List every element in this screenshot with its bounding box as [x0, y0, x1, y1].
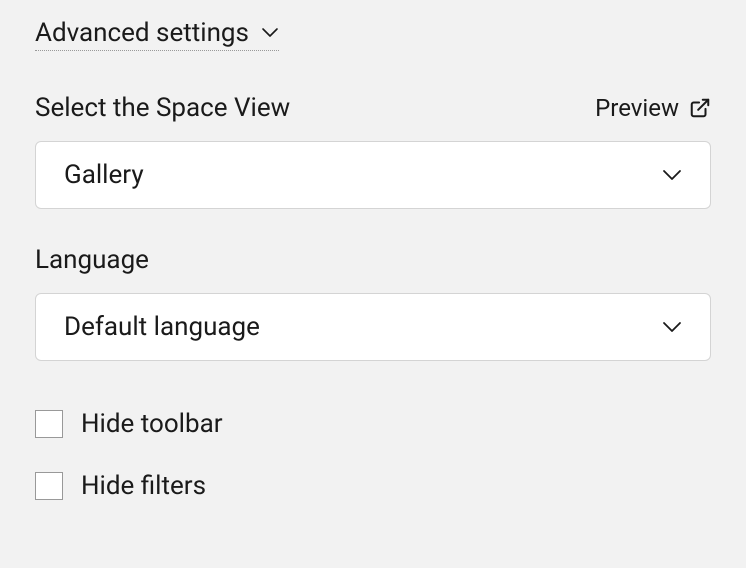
language-label: Language	[35, 245, 149, 275]
language-value: Default language	[64, 312, 260, 342]
hide-filters-checkbox[interactable]	[35, 472, 63, 500]
external-link-icon	[689, 97, 711, 119]
advanced-settings-toggle[interactable]: Advanced settings	[35, 18, 279, 51]
hide-filters-label: Hide filters	[81, 471, 206, 501]
chevron-down-icon	[261, 27, 279, 39]
language-select[interactable]: Default language	[35, 293, 711, 361]
hide-filters-row: Hide filters	[35, 471, 711, 501]
space-view-value: Gallery	[64, 160, 144, 190]
preview-link[interactable]: Preview	[595, 94, 711, 122]
space-view-select[interactable]: Gallery	[35, 141, 711, 209]
chevron-down-icon	[662, 169, 682, 182]
preview-label: Preview	[595, 94, 679, 122]
chevron-down-icon	[662, 321, 682, 334]
hide-toolbar-checkbox[interactable]	[35, 410, 63, 438]
space-view-label: Select the Space View	[35, 93, 290, 123]
hide-toolbar-row: Hide toolbar	[35, 409, 711, 439]
hide-toolbar-label: Hide toolbar	[81, 409, 223, 439]
section-title: Advanced settings	[35, 18, 249, 48]
language-field: Language Default language	[35, 245, 711, 361]
space-view-field: Select the Space View Preview Gallery	[35, 93, 711, 209]
